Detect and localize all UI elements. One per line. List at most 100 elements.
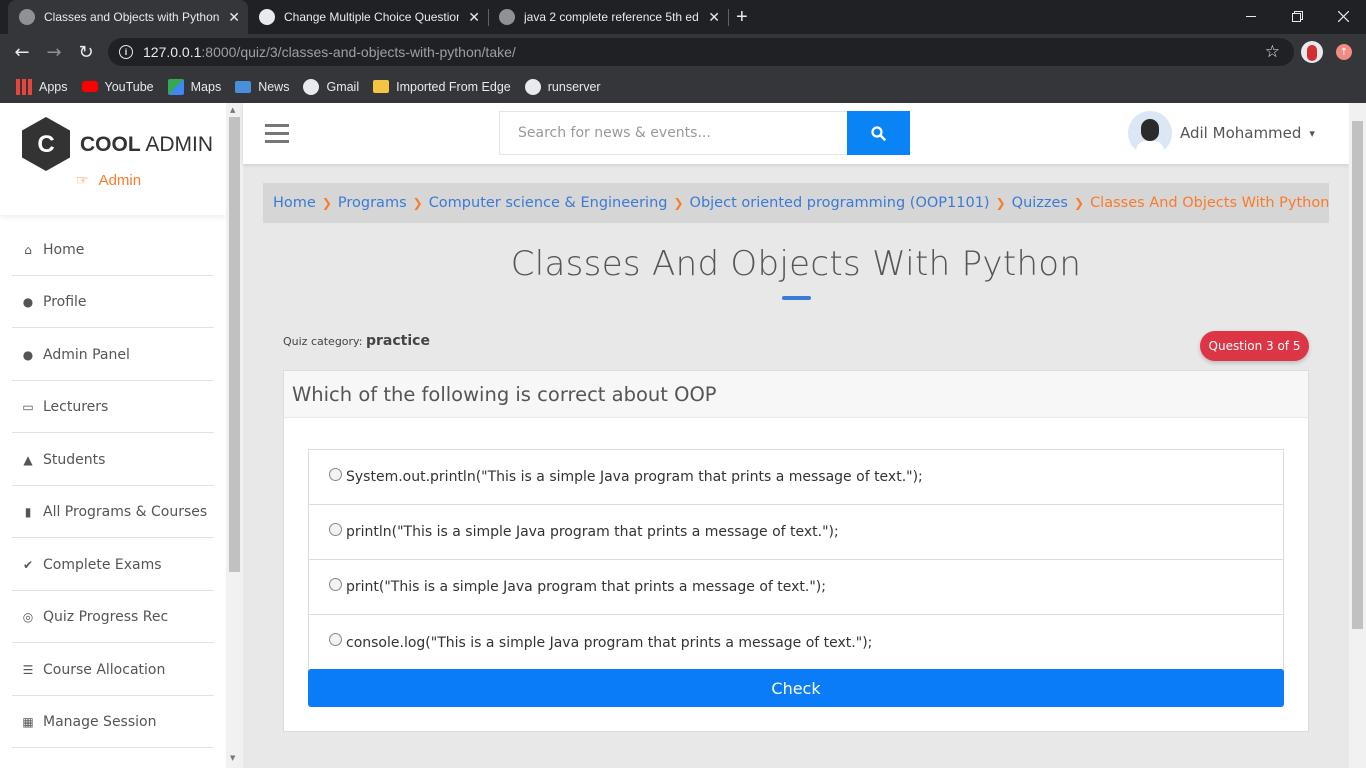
answer-option[interactable]: print("This is a simple Java program tha…: [309, 560, 1283, 615]
url-path: :8000/quiz/3/classes-and-objects-with-py…: [201, 44, 516, 60]
close-tab-icon[interactable]: ✕: [708, 9, 720, 26]
search-icon: [871, 125, 886, 141]
sidebar-item-quiz-progress[interactable]: ◎ Quiz Progress Rec: [12, 591, 214, 643]
tab-title: Classes and Objects with Python: [44, 10, 219, 24]
answer-option-label: console.log("This is a simple Java progr…: [346, 634, 873, 651]
globe-icon: [303, 78, 320, 95]
address-bar[interactable]: i 127.0.0.1:8000/quiz/3/classes-and-obje…: [108, 38, 1294, 66]
sidebar-scrollbar-thumb[interactable]: [229, 117, 240, 572]
sidebar-item-label: Complete Exams: [43, 556, 162, 573]
browser-tab[interactable]: Change Multiple Choice Question ✕: [248, 0, 488, 34]
bookmark-maps[interactable]: Maps: [167, 75, 222, 99]
breadcrumb-link-home[interactable]: Home: [273, 195, 316, 211]
bookmark-runserver[interactable]: runserver: [524, 75, 601, 99]
browser-tab[interactable]: java 2 complete reference 5th ed ✕: [488, 0, 728, 34]
bookmark-youtube[interactable]: YouTube: [81, 75, 154, 99]
bookmarks-bar: Apps YouTube Maps News Gmail Imported Fr…: [0, 70, 1366, 103]
youtube-icon: [81, 81, 98, 92]
bookmark-gmail[interactable]: Gmail: [303, 75, 359, 99]
back-icon[interactable]: ←: [10, 40, 34, 64]
globe-icon: [259, 9, 275, 25]
restore-icon[interactable]: [1274, 0, 1320, 32]
top-header: Search for news & events... Adil Mohamme…: [243, 103, 1349, 164]
bookmark-star-icon[interactable]: ☆: [1265, 42, 1280, 62]
quiz-category-value: practice: [365, 333, 430, 349]
search-button[interactable]: [847, 111, 910, 155]
bookmark-folder-imported[interactable]: Imported From Edge: [373, 75, 511, 99]
radio-button[interactable]: [329, 522, 342, 536]
breadcrumb-separator-icon: ❯: [1074, 196, 1085, 210]
radio-button[interactable]: [329, 633, 342, 646]
quiz-category-label: Quiz category:: [283, 335, 363, 348]
sidebar-item-label: Admin Panel: [43, 346, 130, 363]
sidebar-item-students[interactable]: ▲ Students: [12, 434, 214, 486]
breadcrumb-link-course[interactable]: Object oriented programming (OOP1101): [690, 195, 990, 211]
sidebar-item-course-allocation[interactable]: ☰ Course Allocation: [12, 644, 214, 696]
answer-option[interactable]: println("This is a simple Java program t…: [309, 505, 1283, 560]
bookmark-label: Maps: [190, 79, 222, 94]
profile-avatar[interactable]: [1301, 41, 1323, 63]
chalkboard-teacher-icon: ▭: [22, 399, 34, 414]
user-menu[interactable]: Adil Mohammed ▾: [1128, 111, 1315, 155]
home-icon: ⌂: [24, 242, 32, 257]
sidebar-item-label: Lecturers: [43, 398, 109, 415]
answer-option[interactable]: System.out.println("This is a simple Jav…: [309, 450, 1283, 505]
url-host: 127.0.0.1: [143, 44, 202, 60]
sidebar-item-lecturers[interactable]: ▭ Lecturers: [12, 381, 214, 433]
bookmark-apps[interactable]: Apps: [16, 75, 68, 99]
breadcrumb-link-quizzes[interactable]: Quizzes: [1012, 195, 1068, 211]
sidebar-item-admin-panel[interactable]: ● Admin Panel: [12, 329, 214, 381]
sidebar-item-complete-exams[interactable]: ✔ Complete Exams: [12, 539, 214, 591]
bookmark-label: Apps: [39, 79, 68, 94]
avatar[interactable]: [1128, 111, 1172, 155]
sidebar-item-label: All Programs & Courses: [43, 503, 208, 520]
sidebar-item-programs[interactable]: ▮ All Programs & Courses: [12, 486, 214, 538]
browser-toolbar: ← → ↻ i 127.0.0.1:8000/quiz/3/classes-an…: [0, 34, 1366, 70]
minimize-icon[interactable]: [1228, 0, 1274, 32]
maps-icon: [167, 78, 184, 95]
sidebar-item-profile[interactable]: ● Profile: [12, 276, 214, 328]
close-window-icon[interactable]: [1320, 0, 1366, 32]
breadcrumb-link-program[interactable]: Computer science & Engineering: [429, 195, 668, 211]
info-icon[interactable]: i: [119, 45, 133, 59]
scroll-down-arrow-icon[interactable]: ▼: [230, 754, 235, 762]
tab-divider: [728, 9, 729, 26]
globe-icon: [524, 78, 541, 95]
check-double-icon: ✔: [22, 557, 34, 572]
user-tie-icon: ●: [22, 347, 34, 362]
radio-button[interactable]: [329, 577, 342, 591]
title-underline: [782, 296, 811, 300]
page-title: Classes And Objects With Python: [510, 244, 1082, 284]
scroll-up-arrow-icon[interactable]: ▲: [230, 106, 235, 114]
check-button[interactable]: Check: [308, 669, 1284, 707]
reload-icon[interactable]: ↻: [74, 40, 98, 64]
new-tab-button[interactable]: +: [736, 0, 760, 34]
breadcrumb-separator-icon: ❯: [412, 196, 423, 210]
globe-icon: [19, 9, 35, 25]
close-tab-icon[interactable]: ✕: [228, 9, 240, 26]
radio-button[interactable]: [329, 467, 342, 481]
record-icon: ◎: [22, 609, 34, 624]
apps-grid-icon: [16, 78, 32, 95]
forward-icon[interactable]: →: [42, 40, 66, 64]
sidebar-item-label: Profile: [43, 293, 87, 310]
hand-point-icon: ☞: [76, 172, 89, 188]
breadcrumb-separator-icon: ❯: [321, 196, 332, 210]
sidebar-item-manage-session[interactable]: ▦ Manage Session: [12, 696, 214, 748]
chevron-down-icon: ▾: [1309, 126, 1315, 140]
browser-tab-active[interactable]: Classes and Objects with Python ✕: [8, 0, 248, 34]
sidebar-item-home[interactable]: ⌂ Home: [12, 224, 214, 276]
svg-text:C: C: [37, 131, 54, 158]
bookmark-news[interactable]: News: [235, 75, 289, 99]
extension-icon[interactable]: ↑: [1336, 44, 1352, 60]
user-name: Adil Mohammed: [1180, 124, 1302, 142]
breadcrumb: Home ❯ Programs ❯ Computer science & Eng…: [263, 183, 1329, 223]
breadcrumb-link-programs[interactable]: Programs: [338, 195, 407, 211]
book-open-icon: ▮: [24, 504, 32, 519]
answer-option[interactable]: console.log("This is a simple Java progr…: [309, 615, 1283, 670]
close-tab-icon[interactable]: ✕: [468, 9, 480, 26]
hamburger-menu-icon[interactable]: [265, 124, 289, 143]
role-label: ☞ Admin: [76, 172, 141, 189]
main-scrollbar-thumb[interactable]: [1352, 121, 1363, 629]
search-input[interactable]: Search for news & events...: [499, 111, 847, 155]
